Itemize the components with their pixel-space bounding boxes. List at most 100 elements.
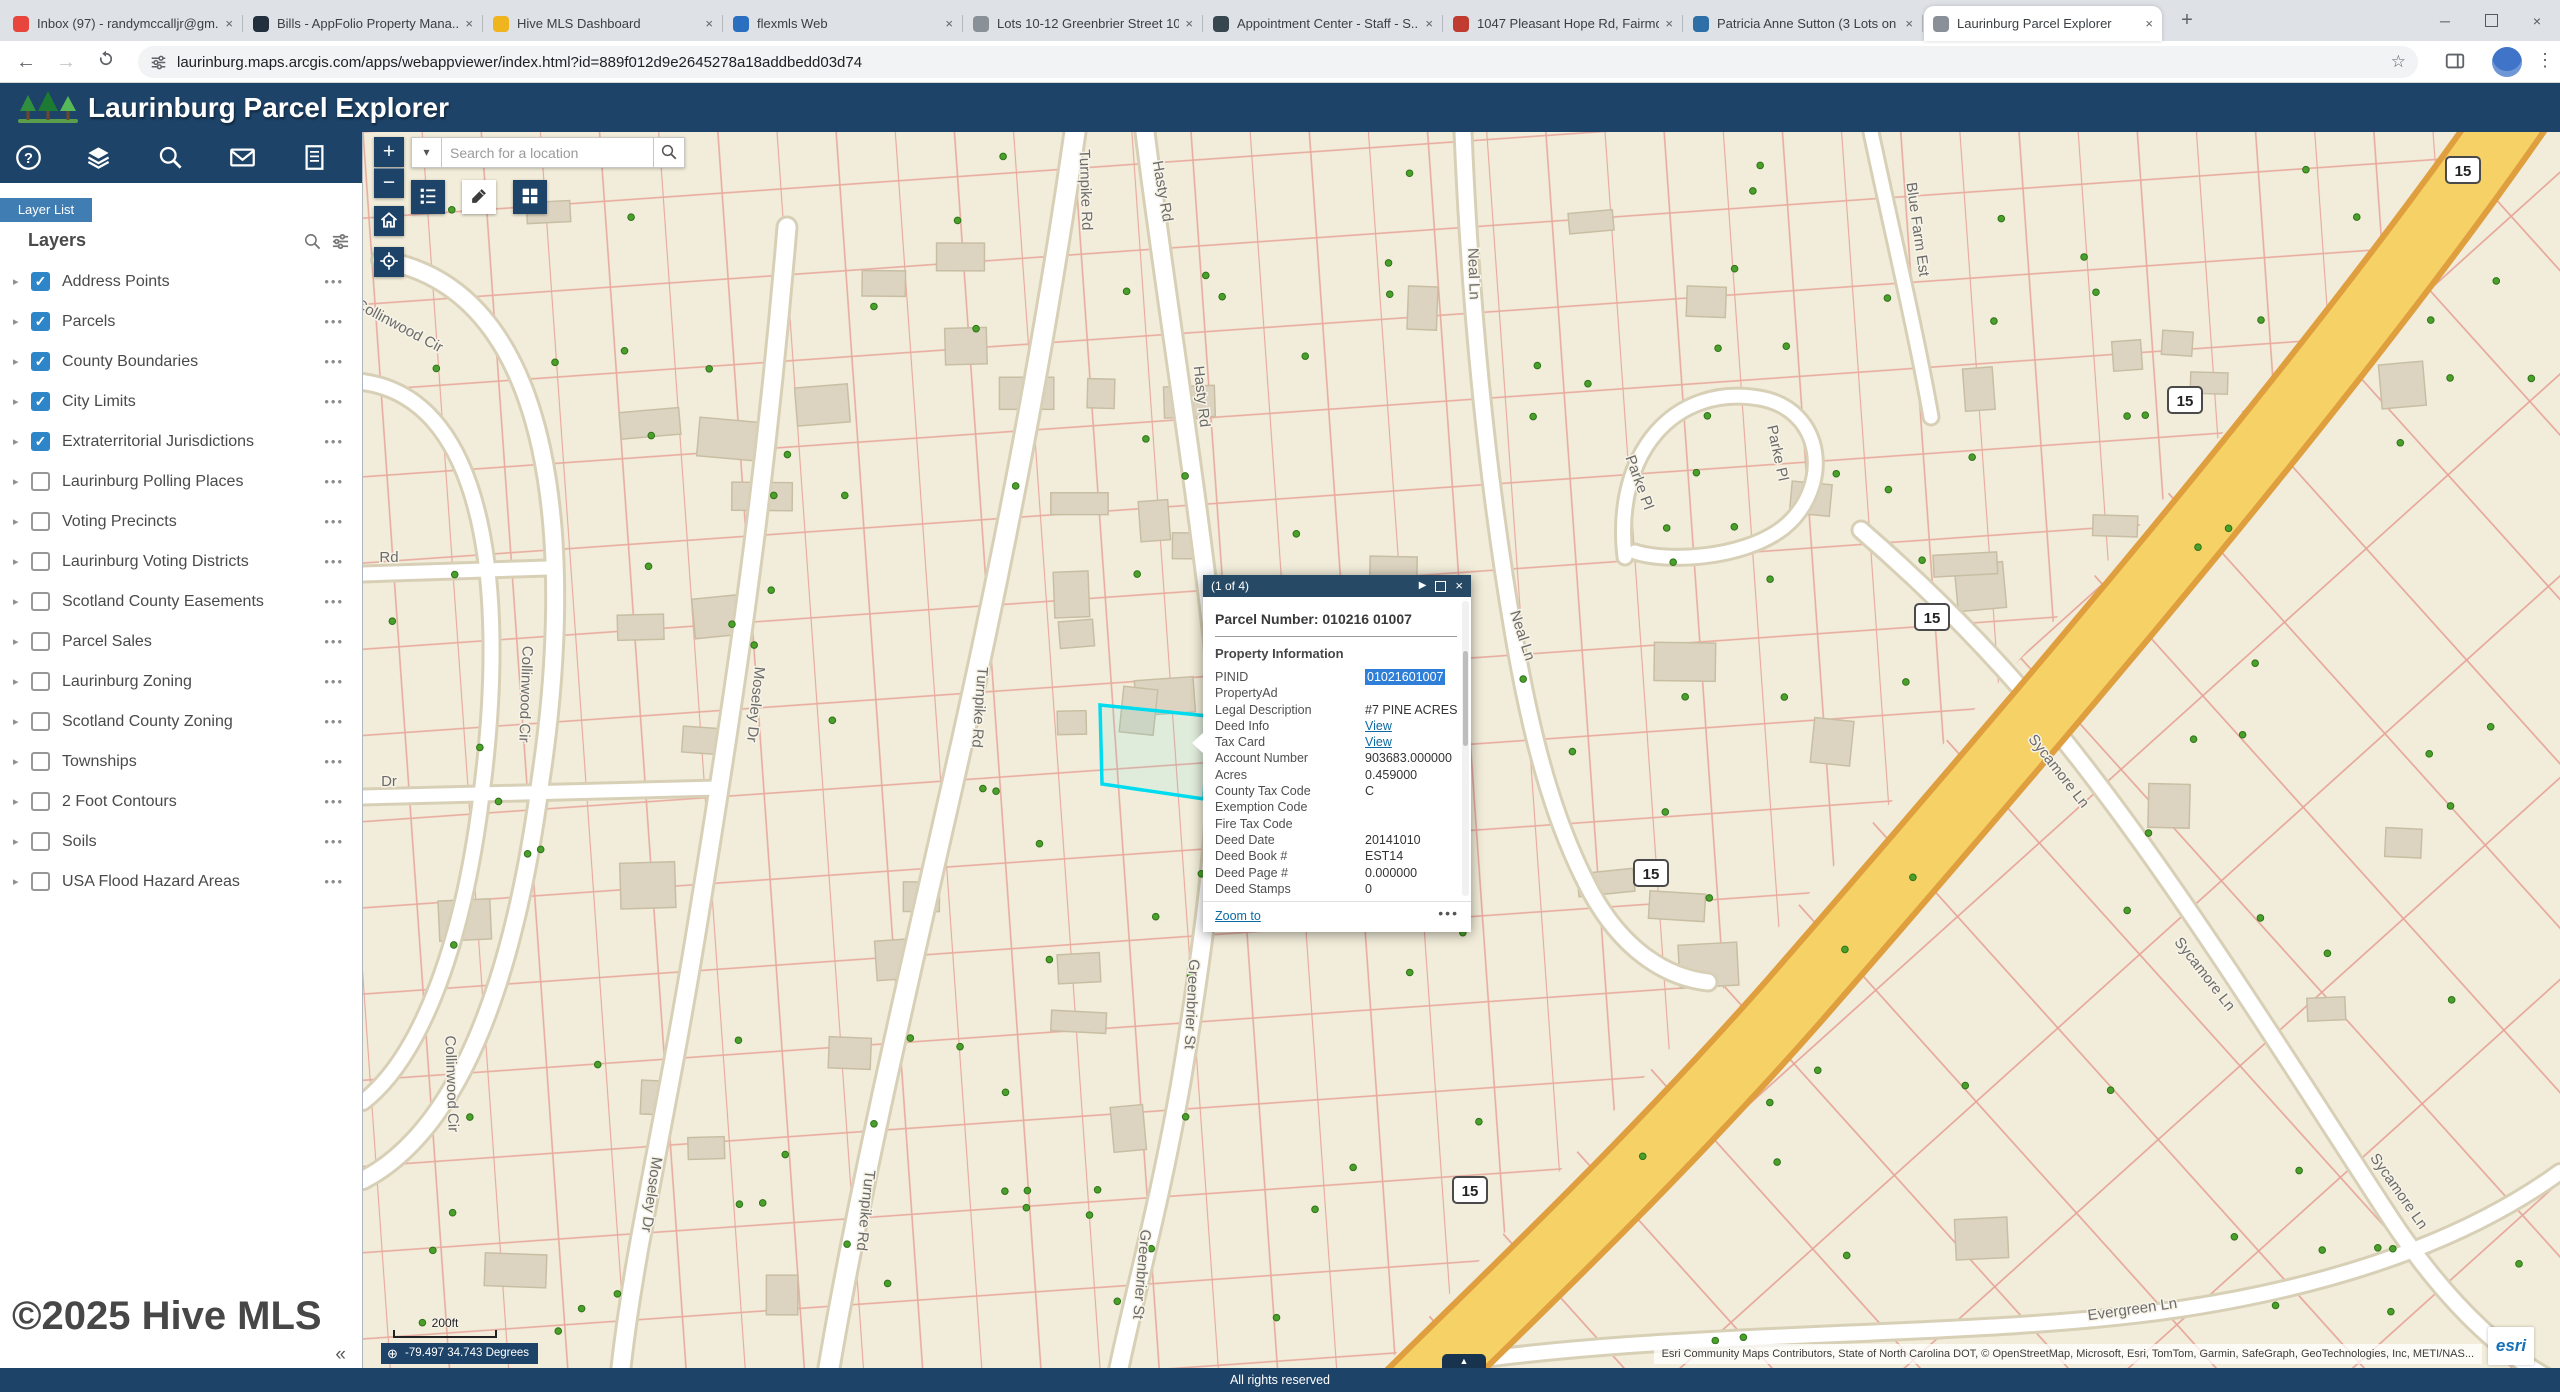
layer-checkbox[interactable] — [31, 712, 50, 731]
expand-arrow-icon[interactable]: ▸ — [13, 795, 19, 808]
tab-close-icon[interactable]: × — [225, 16, 233, 31]
draw-button[interactable] — [462, 180, 496, 214]
layer-checkbox[interactable] — [31, 472, 50, 491]
browser-tab[interactable]: flexmls Web× — [724, 6, 962, 41]
search-input[interactable] — [442, 137, 654, 168]
browser-tab[interactable]: Hive MLS Dashboard× — [484, 6, 722, 41]
search-widget-button[interactable] — [157, 144, 184, 171]
layer-checkbox[interactable] — [31, 552, 50, 571]
layer-options-menu[interactable]: ••• — [324, 662, 344, 702]
popup-scroll-thumb[interactable] — [1463, 651, 1468, 745]
zoom-out-button[interactable]: − — [374, 168, 404, 198]
layer-label[interactable]: Laurinburg Zoning — [62, 662, 192, 702]
layer-filter-button[interactable] — [331, 232, 351, 252]
popup-scrollbar[interactable] — [1462, 601, 1469, 896]
layer-label[interactable]: USA Flood Hazard Areas — [62, 862, 240, 902]
layer-options-menu[interactable]: ••• — [324, 862, 344, 902]
layer-label[interactable]: Voting Precincts — [62, 502, 177, 542]
layer-checkbox[interactable]: ✓ — [31, 352, 50, 371]
layer-options-menu[interactable]: ••• — [324, 342, 344, 382]
layer-options-menu[interactable]: ••• — [324, 582, 344, 622]
report-widget-button[interactable] — [301, 144, 328, 171]
expand-arrow-icon[interactable]: ▸ — [13, 275, 19, 288]
layer-options-menu[interactable]: ••• — [324, 622, 344, 662]
browser-tab[interactable]: Bills - AppFolio Property Mana...× — [244, 6, 482, 41]
help-button[interactable]: ? — [15, 144, 42, 171]
layer-checkbox[interactable] — [31, 512, 50, 531]
layer-options-menu[interactable]: ••• — [324, 742, 344, 782]
expand-arrow-icon[interactable]: ▸ — [13, 475, 19, 488]
layer-label[interactable]: Soils — [62, 822, 97, 862]
url-text[interactable]: laurinburg.maps.arcgis.com/apps/webappvi… — [177, 54, 2391, 71]
crosshair-icon[interactable]: ⊕ — [387, 1343, 398, 1364]
layer-label[interactable]: Laurinburg Polling Places — [62, 462, 243, 502]
layer-options-menu[interactable]: ••• — [324, 542, 344, 582]
browser-tab[interactable]: Laurinburg Parcel Explorer× — [1924, 6, 2162, 41]
layer-options-menu[interactable]: ••• — [324, 702, 344, 742]
expand-arrow-icon[interactable]: ▸ — [13, 715, 19, 728]
tab-close-icon[interactable]: × — [1185, 16, 1193, 31]
forward-button[interactable]: → — [52, 48, 80, 76]
tab-close-icon[interactable]: × — [945, 16, 953, 31]
tab-close-icon[interactable]: × — [465, 16, 473, 31]
expand-arrow-icon[interactable]: ▸ — [13, 675, 19, 688]
layer-checkbox[interactable] — [31, 832, 50, 851]
layer-checkbox[interactable] — [31, 592, 50, 611]
layer-checkbox[interactable]: ✓ — [31, 272, 50, 291]
field-value-link[interactable]: View — [1365, 718, 1392, 734]
search-submit-button[interactable] — [654, 137, 685, 168]
sidebar-collapse-button[interactable]: « — [335, 1344, 346, 1366]
layer-label[interactable]: Scotland County Zoning — [62, 702, 233, 742]
layer-options-menu[interactable]: ••• — [324, 382, 344, 422]
expand-arrow-icon[interactable]: ▸ — [13, 635, 19, 648]
expand-arrow-icon[interactable]: ▸ — [13, 315, 19, 328]
layer-options-menu[interactable]: ••• — [324, 502, 344, 542]
window-minimize-button[interactable]: ─ — [2422, 0, 2468, 41]
layers-widget-button[interactable] — [85, 144, 112, 171]
bookmark-star-icon[interactable]: ☆ — [2391, 52, 2406, 72]
layer-label[interactable]: Townships — [62, 742, 137, 782]
browser-tab[interactable]: Lots 10-12 Greenbrier Street 10...× — [964, 6, 1202, 41]
layer-checkbox[interactable] — [31, 792, 50, 811]
expand-arrow-icon[interactable]: ▸ — [13, 435, 19, 448]
my-location-button[interactable] — [374, 247, 404, 277]
popup-maximize-icon[interactable] — [1435, 581, 1446, 592]
popup-close-icon[interactable]: × — [1455, 575, 1463, 597]
browser-tab[interactable]: Appointment Center - Staff - S...× — [1204, 6, 1442, 41]
layer-options-menu[interactable]: ••• — [324, 462, 344, 502]
browser-tab[interactable]: Patricia Anne Sutton (3 Lots on ...× — [1684, 6, 1922, 41]
tab-close-icon[interactable]: × — [1425, 16, 1433, 31]
layer-options-menu[interactable]: ••• — [324, 262, 344, 302]
layer-search-button[interactable] — [303, 232, 323, 252]
layer-checkbox[interactable] — [31, 872, 50, 891]
url-bar[interactable]: laurinburg.maps.arcgis.com/apps/webappvi… — [138, 46, 2418, 78]
layer-checkbox[interactable]: ✓ — [31, 312, 50, 331]
attribute-table-toggle[interactable]: ▲ — [1442, 1354, 1486, 1368]
layer-label[interactable]: Parcel Sales — [62, 622, 152, 662]
expand-arrow-icon[interactable]: ▸ — [13, 355, 19, 368]
tab-close-icon[interactable]: × — [705, 16, 713, 31]
contact-widget-button[interactable] — [229, 144, 256, 171]
tab-close-icon[interactable]: × — [1665, 16, 1673, 31]
expand-arrow-icon[interactable]: ▸ — [13, 595, 19, 608]
profile-avatar[interactable] — [2492, 47, 2522, 77]
layer-label[interactable]: City Limits — [62, 382, 136, 422]
layer-label[interactable]: County Boundaries — [62, 342, 198, 382]
legend-button[interactable] — [411, 180, 445, 214]
layer-checkbox[interactable] — [31, 672, 50, 691]
layer-label[interactable]: Extraterritorial Jurisdictions — [62, 422, 254, 462]
layer-options-menu[interactable]: ••• — [324, 422, 344, 462]
layer-checkbox[interactable]: ✓ — [31, 392, 50, 411]
expand-arrow-icon[interactable]: ▸ — [13, 755, 19, 768]
layer-checkbox[interactable] — [31, 632, 50, 651]
search-source-dropdown[interactable]: ▾ — [411, 137, 442, 168]
browser-menu-icon[interactable]: ⋮ — [2536, 50, 2554, 71]
zoom-in-button[interactable]: + — [374, 137, 404, 167]
site-info-icon[interactable] — [150, 54, 167, 71]
layer-checkbox[interactable]: ✓ — [31, 432, 50, 451]
layer-label[interactable]: Parcels — [62, 302, 115, 342]
layer-options-menu[interactable]: ••• — [324, 782, 344, 822]
tab-close-icon[interactable]: × — [2145, 16, 2153, 31]
back-button[interactable]: ← — [12, 48, 40, 76]
layer-label[interactable]: Laurinburg Voting Districts — [62, 542, 249, 582]
